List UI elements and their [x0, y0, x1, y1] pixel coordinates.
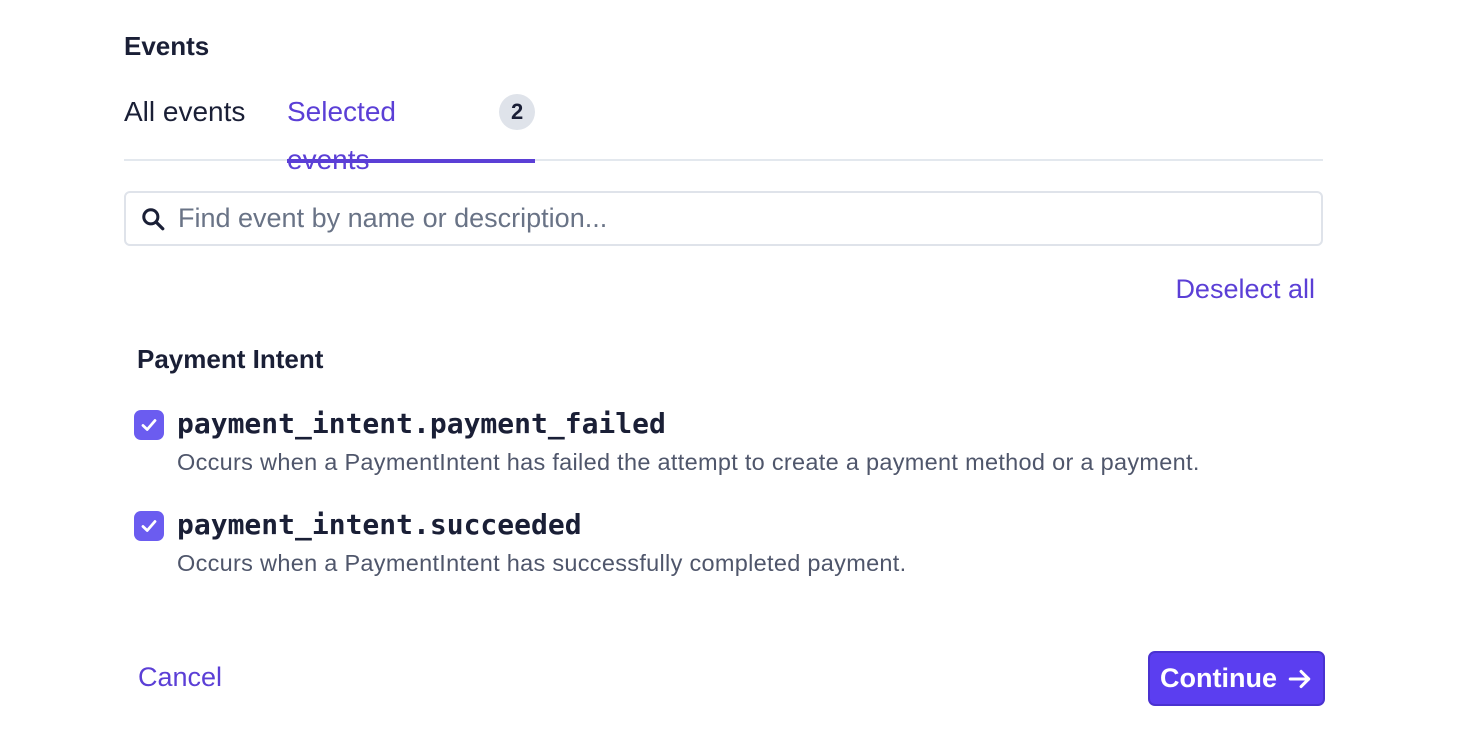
events-panel: Events All events Selected events 2 Dese… — [124, 0, 1325, 744]
event-name: payment_intent.payment_failed — [177, 407, 666, 440]
event-description: Occurs when a PaymentIntent has successf… — [177, 550, 907, 576]
deselect-all-button[interactable]: Deselect all — [1175, 274, 1315, 305]
checkmark-icon — [141, 520, 157, 532]
continue-label: Continue — [1160, 663, 1277, 693]
tab-label: All events — [124, 96, 246, 127]
search-input[interactable] — [178, 194, 1298, 243]
continue-button[interactable]: Continue — [1148, 651, 1325, 706]
section-title: Events — [124, 31, 210, 61]
event-checkbox[interactable] — [134, 511, 164, 541]
event-checkbox[interactable] — [134, 410, 164, 440]
event-name: payment_intent.succeeded — [177, 508, 582, 541]
search-box[interactable] — [124, 191, 1323, 246]
tab-selected-events[interactable]: Selected events 2 — [287, 88, 535, 175]
group-title: Payment Intent — [137, 344, 324, 374]
search-icon — [142, 207, 165, 230]
checkmark-icon — [141, 419, 157, 431]
count-badge: 2 — [499, 94, 535, 130]
tab-bar: All events Selected events 2 — [124, 88, 1323, 175]
cancel-button[interactable]: Cancel — [138, 662, 222, 693]
event-description: Occurs when a PaymentIntent has failed t… — [177, 449, 1200, 475]
arrow-right-icon — [1288, 669, 1311, 688]
tab-all-events[interactable]: All events — [124, 88, 245, 161]
tab-label: Selected events — [287, 96, 396, 175]
